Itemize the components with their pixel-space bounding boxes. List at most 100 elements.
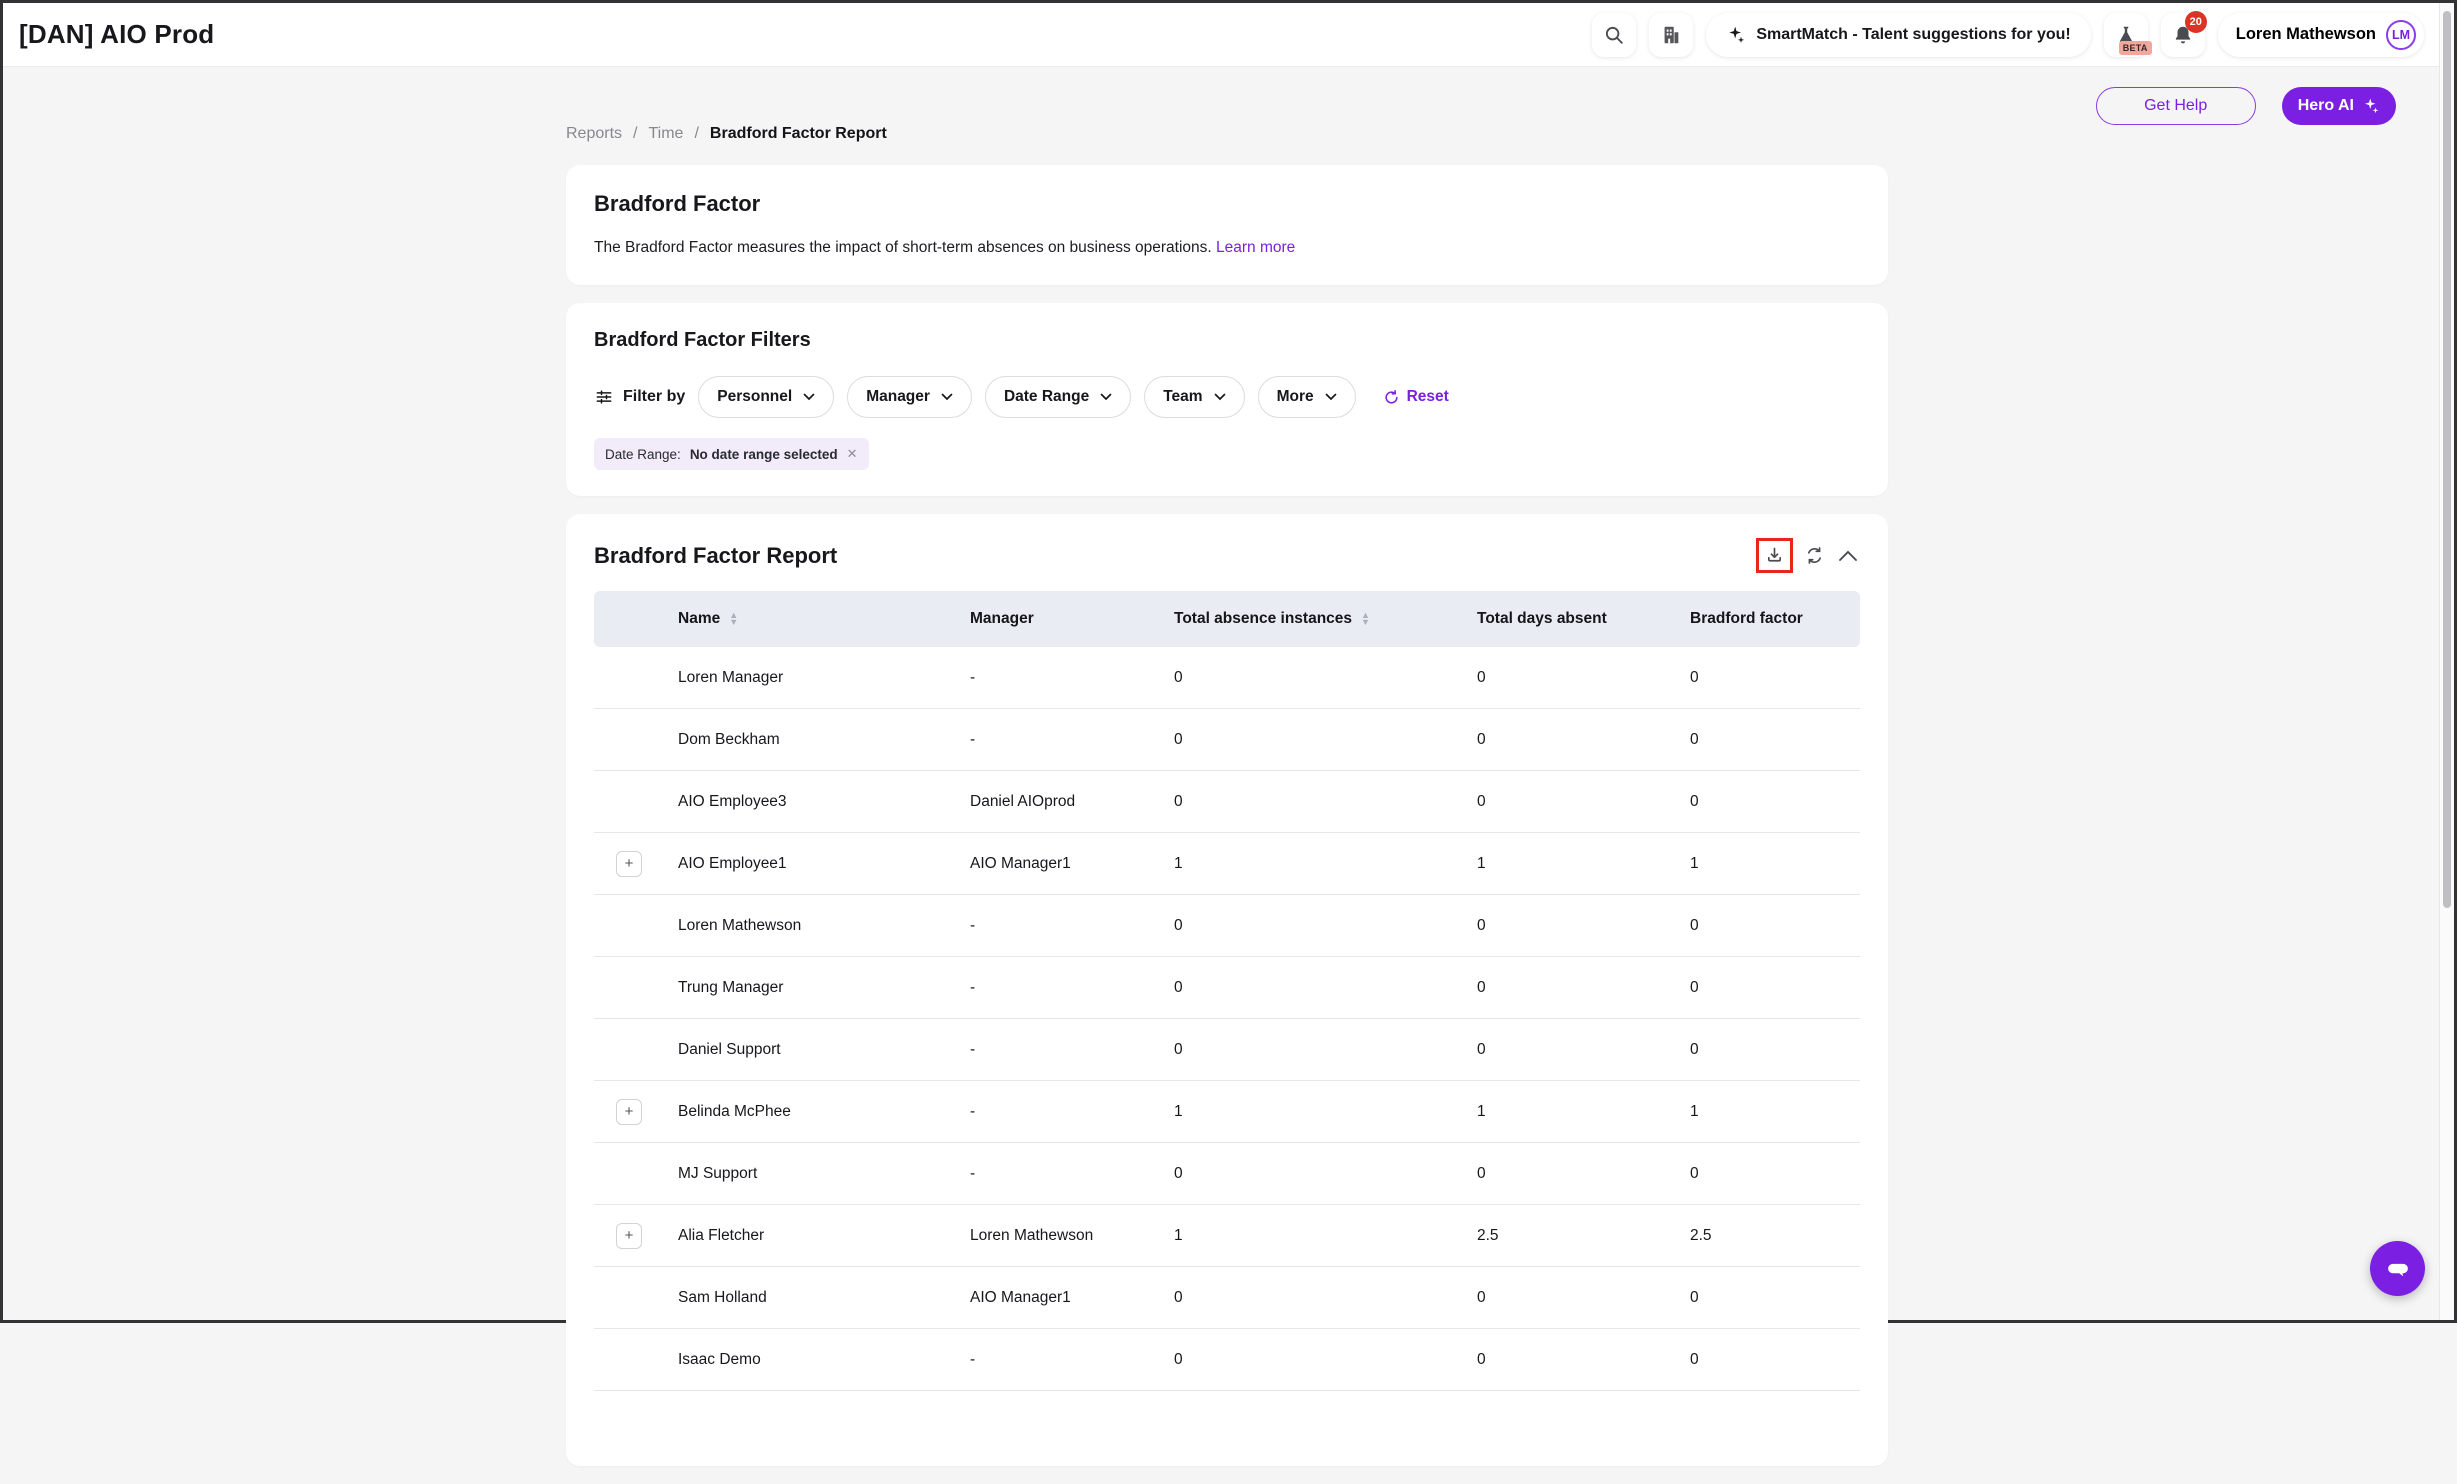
close-icon[interactable]: ✕ — [847, 446, 858, 462]
cell-bradford-factor: 0 — [1676, 1041, 1860, 1059]
cell-expander: + — [594, 913, 664, 939]
expand-button[interactable]: + — [616, 1223, 642, 1249]
cell-name: Loren Mathewson — [664, 917, 956, 935]
beta-badge: BETA — [2119, 41, 2152, 55]
chip-value: No date range selected — [690, 447, 838, 462]
filter-dropdown[interactable]: Team — [1144, 376, 1244, 418]
table-row: + Isaac Demo - 0 0 0 — [594, 1329, 1860, 1391]
chevron-down-icon — [1100, 393, 1112, 401]
chat-launcher-button[interactable] — [2370, 1241, 2425, 1296]
cell-name: Loren Manager — [664, 669, 956, 687]
expand-button[interactable]: + — [616, 851, 642, 877]
cell-total-absence-instances: 0 — [1160, 917, 1463, 935]
table-row: + MJ Support - 0 0 0 — [594, 1143, 1860, 1205]
filter-dropdown[interactable]: Manager — [847, 376, 972, 418]
cell-name: Belinda McPhee — [664, 1103, 956, 1121]
notifications-button[interactable]: 20 — [2161, 13, 2205, 57]
sparkle-icon — [2362, 97, 2380, 115]
cell-manager: - — [956, 731, 1160, 749]
cell-name: Alia Fletcher — [664, 1227, 956, 1245]
get-help-button[interactable]: Get Help — [2096, 87, 2256, 125]
building-icon — [1660, 24, 1682, 46]
date-range-chip: Date Range: No date range selected ✕ — [594, 438, 869, 470]
plus-icon: + — [625, 856, 634, 871]
column-header-name[interactable]: Name ▲▼ — [664, 610, 956, 628]
cell-bradford-factor: 0 — [1676, 731, 1860, 749]
learn-more-link[interactable]: Learn more — [1216, 239, 1295, 256]
cell-total-days-absent: 0 — [1463, 669, 1676, 687]
hero-ai-label: Hero AI — [2298, 97, 2354, 115]
cell-expander: + — [594, 665, 664, 691]
beta-labs-button[interactable]: BETA — [2104, 13, 2148, 57]
breadcrumb-separator: / — [694, 125, 698, 143]
dropdown-label: Personnel — [717, 388, 792, 406]
cell-total-days-absent: 1 — [1463, 855, 1676, 873]
chevron-down-icon — [1325, 393, 1337, 401]
table-header-row: Name ▲▼ Manager Total absence instances … — [594, 591, 1860, 647]
sync-icon — [1804, 545, 1825, 566]
scrollbar-thumb[interactable] — [2443, 11, 2451, 908]
cell-bradford-factor: 2.5 — [1676, 1227, 1860, 1245]
reset-filters-button[interactable]: Reset — [1377, 387, 1455, 407]
cell-bradford-factor: 1 — [1676, 1103, 1860, 1121]
cell-total-absence-instances: 1 — [1160, 1227, 1463, 1245]
table-row: + Alia Fletcher Loren Mathewson 1 2.5 2.… — [594, 1205, 1860, 1267]
active-filters: Date Range: No date range selected ✕ — [594, 438, 1860, 470]
cell-expander: + — [594, 789, 664, 815]
cell-manager: - — [956, 1165, 1160, 1183]
intro-description: The Bradford Factor measures the impact … — [594, 239, 1860, 257]
chevron-up-icon — [1838, 549, 1858, 563]
cell-name: Trung Manager — [664, 979, 956, 997]
table-row: + Belinda McPhee - 1 1 1 — [594, 1081, 1860, 1143]
top-bar-actions: SmartMatch - Talent suggestions for you!… — [1592, 13, 2424, 57]
intro-card: Bradford Factor The Bradford Factor meas… — [566, 165, 1888, 285]
search-button[interactable] — [1592, 13, 1636, 57]
plus-icon: + — [625, 1104, 634, 1119]
smartmatch-button[interactable]: SmartMatch - Talent suggestions for you! — [1706, 13, 2090, 57]
breadcrumb-time[interactable]: Time — [648, 125, 683, 143]
filter-icon — [594, 387, 614, 407]
chevron-down-icon — [1214, 393, 1226, 401]
chat-icon — [2383, 1254, 2413, 1284]
smartmatch-label: SmartMatch - Talent suggestions for you! — [1756, 26, 2070, 44]
cell-total-days-absent: 1 — [1463, 1103, 1676, 1121]
sort-icon[interactable]: ▲▼ — [729, 612, 738, 626]
search-icon — [1603, 24, 1625, 46]
table-row: + Sam Holland AIO Manager1 0 0 0 — [594, 1267, 1860, 1329]
breadcrumb-current: Bradford Factor Report — [710, 125, 887, 143]
cell-total-absence-instances: 0 — [1160, 793, 1463, 811]
cell-total-days-absent: 0 — [1463, 1289, 1676, 1307]
download-button[interactable] — [1762, 543, 1787, 568]
cell-name: MJ Support — [664, 1165, 956, 1183]
table-row: + Trung Manager - 0 0 0 — [594, 957, 1860, 1019]
user-menu[interactable]: Loren Mathewson LM — [2218, 13, 2424, 57]
filter-dropdown[interactable]: More — [1258, 376, 1356, 418]
breadcrumb-reports[interactable]: Reports — [566, 125, 622, 143]
app-title: [DAN] AIO Prod — [19, 19, 214, 50]
annotation-box — [1756, 538, 1793, 573]
table-row: + AIO Employee3 Daniel AIOprod 0 0 0 — [594, 771, 1860, 833]
table-row: + AIO Employee1 AIO Manager1 1 1 1 — [594, 833, 1860, 895]
cell-bradford-factor: 0 — [1676, 979, 1860, 997]
cell-expander: + — [594, 1037, 664, 1063]
company-button[interactable] — [1649, 13, 1693, 57]
reset-icon — [1383, 389, 1400, 406]
filter-dropdown[interactable]: Personnel — [698, 376, 834, 418]
refresh-button[interactable] — [1802, 543, 1827, 568]
cell-manager: AIO Manager1 — [956, 855, 1160, 873]
column-header-bradford-factor: Bradford factor — [1676, 610, 1860, 628]
page-actions: Get Help Hero AI — [2096, 87, 2396, 125]
cell-bradford-factor: 0 — [1676, 1165, 1860, 1183]
collapse-button[interactable] — [1836, 547, 1860, 565]
filter-dropdown[interactable]: Date Range — [985, 376, 1131, 418]
expand-button[interactable]: + — [616, 1099, 642, 1125]
page: [DAN] AIO Prod SmartMatch - Talent sugge… — [3, 3, 2454, 1320]
column-header-total-absence-instances[interactable]: Total absence instances ▲▼ — [1160, 610, 1463, 628]
sort-icon[interactable]: ▲▼ — [1361, 612, 1370, 626]
report-title: Bradford Factor Report — [594, 543, 837, 569]
hero-ai-button[interactable]: Hero AI — [2282, 87, 2396, 125]
cell-total-absence-instances: 0 — [1160, 1289, 1463, 1307]
filter-row: Filter by Personnel Manager Date Range T… — [594, 376, 1860, 418]
report-toolbar — [1756, 538, 1860, 573]
cell-bradford-factor: 1 — [1676, 855, 1860, 873]
